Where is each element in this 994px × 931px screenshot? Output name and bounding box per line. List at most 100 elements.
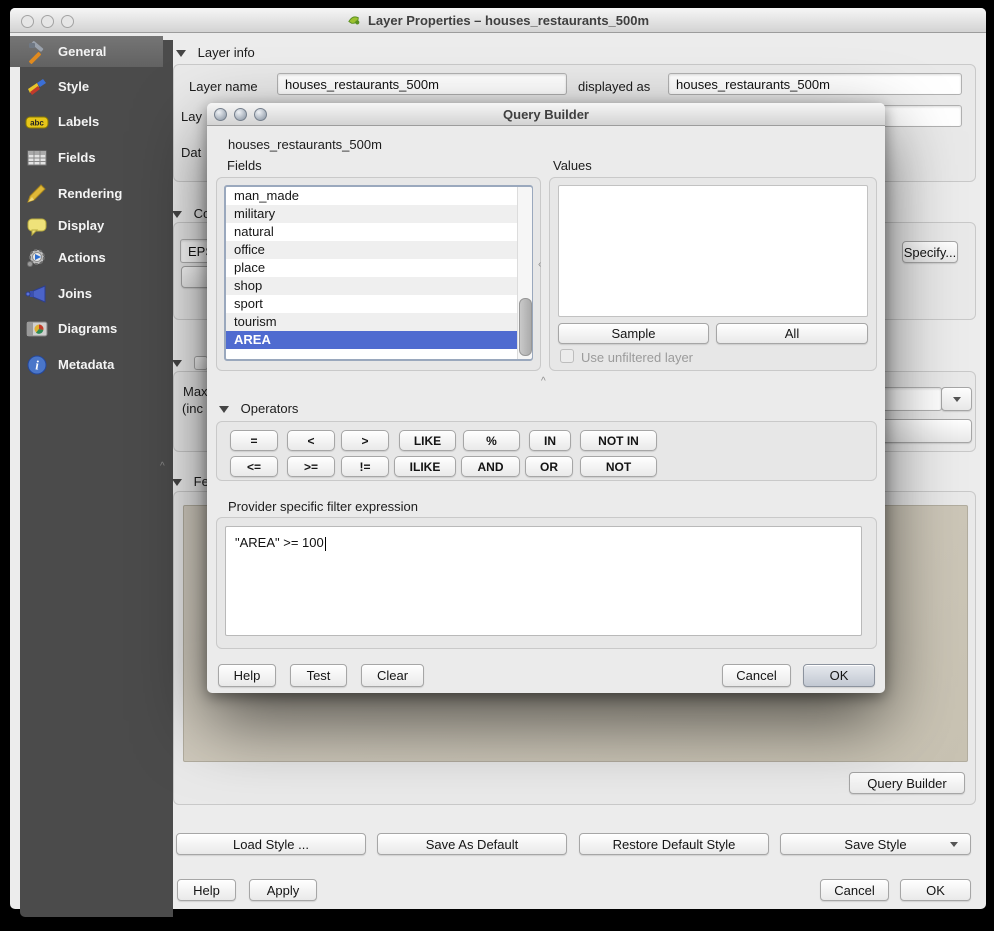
field-list-item[interactable]: office (226, 241, 531, 259)
scale-section-header[interactable] (172, 355, 182, 370)
minimize-button[interactable] (41, 15, 54, 28)
sidebar-item-label: Rendering (58, 186, 122, 201)
ok-button[interactable]: OK (900, 879, 971, 901)
data-source-label-fragment: Dat (181, 145, 201, 160)
specify-crs-button[interactable]: Specify... (902, 241, 958, 263)
use-unfiltered-checkbox[interactable] (560, 349, 574, 363)
dialog-title: Query Builder (503, 107, 589, 122)
operators-section-header[interactable]: Operators (219, 401, 298, 416)
gear-action-icon (25, 246, 49, 270)
scale-combo-dropdown-button[interactable] (941, 387, 972, 411)
window-title: Layer Properties – houses_restaurants_50… (368, 13, 649, 28)
operator-gt-button[interactable]: > (341, 430, 389, 451)
qb-help-button[interactable]: Help (218, 664, 276, 687)
field-list-item[interactable]: military (226, 205, 531, 223)
cancel-button[interactable]: Cancel (820, 879, 889, 901)
minimize-button[interactable] (234, 108, 247, 121)
sidebar-item-diagrams[interactable]: Diagrams (10, 313, 163, 344)
qb-ok-button[interactable]: OK (803, 664, 875, 687)
close-button[interactable] (214, 108, 227, 121)
splitter-handle[interactable]: ^ (541, 376, 546, 387)
scrollbar-thumb[interactable] (519, 298, 532, 356)
sidebar-item-label: Style (58, 79, 89, 94)
collapse-triangle-icon[interactable] (219, 406, 229, 413)
dialog-titlebar[interactable]: Query Builder (207, 103, 885, 126)
layer-name-input[interactable]: houses_restaurants_500m (277, 73, 567, 95)
operator-le-button[interactable]: <= (230, 456, 278, 477)
sidebar-item-label: General (58, 44, 106, 59)
values-list[interactable] (558, 185, 868, 317)
field-list-item[interactable]: sport (226, 295, 531, 313)
all-button[interactable]: All (716, 323, 868, 344)
layer-info-section-header[interactable]: Layer info (176, 45, 255, 60)
sidebar-item-metadata[interactable]: i Metadata (10, 349, 163, 380)
field-list-item[interactable]: natural (226, 223, 531, 241)
qb-cancel-button[interactable]: Cancel (722, 664, 791, 687)
sidebar-item-fields[interactable]: Fields (10, 142, 163, 173)
collapse-triangle-icon[interactable] (172, 479, 182, 486)
sidebar-item-joins[interactable]: Joins (10, 278, 163, 309)
load-style-button[interactable]: Load Style ... (176, 833, 366, 855)
svg-text:i: i (35, 357, 39, 372)
operator-ge-button[interactable]: >= (287, 456, 335, 477)
dialog-layer-name: houses_restaurants_500m (228, 137, 382, 152)
chevron-down-icon (950, 842, 958, 847)
filter-expression-textarea[interactable]: "AREA" >= 100 (225, 526, 862, 636)
feature-subset-section-header[interactable]: Fe (172, 474, 209, 489)
field-list-item[interactable]: place (226, 259, 531, 277)
operator-not-in-button[interactable]: NOT IN (580, 430, 657, 451)
operator-and-button[interactable]: AND (461, 456, 520, 477)
operator-percent-button[interactable]: % (463, 430, 520, 451)
query-builder-button[interactable]: Query Builder (849, 772, 965, 794)
sample-button[interactable]: Sample (558, 323, 709, 344)
sidebar-item-actions[interactable]: Actions (10, 242, 163, 273)
layer-name-label: Layer name (189, 79, 258, 94)
zoom-button[interactable] (61, 15, 74, 28)
fields-label: Fields (227, 158, 262, 173)
operator-in-button[interactable]: IN (529, 430, 571, 451)
collapse-triangle-icon[interactable] (172, 360, 182, 367)
sidebar-item-labels[interactable]: abc Labels (10, 106, 163, 137)
displayed-as-input[interactable]: houses_restaurants_500m (668, 73, 962, 95)
field-list-item[interactable]: man_made (226, 187, 531, 205)
operator-like-button[interactable]: LIKE (399, 430, 456, 451)
zoom-button[interactable] (254, 108, 267, 121)
sidebar-item-label: Fields (58, 150, 96, 165)
sidebar-item-general[interactable]: General (10, 36, 163, 67)
field-list-item[interactable]: shop (226, 277, 531, 295)
sidebar-item-label: Metadata (58, 357, 114, 372)
close-button[interactable] (21, 15, 34, 28)
operator-ilike-button[interactable]: ILIKE (394, 456, 456, 477)
field-list-item[interactable]: tourism (226, 313, 531, 331)
operator-lt-button[interactable]: < (287, 430, 335, 451)
sidebar-item-display[interactable]: Display (10, 210, 163, 241)
qb-test-button[interactable]: Test (290, 664, 347, 687)
sidebar-item-style[interactable]: Style (10, 71, 163, 102)
fields-list[interactable]: man_made military natural office place s… (224, 185, 533, 361)
splitter-handle[interactable]: ‹ (538, 259, 541, 270)
qb-clear-button[interactable]: Clear (361, 664, 424, 687)
crs-section-header[interactable]: Co (172, 206, 210, 221)
window-titlebar[interactable]: Layer Properties – houses_restaurants_50… (10, 8, 986, 33)
field-list-item-selected[interactable]: AREA (226, 331, 521, 349)
scale-dependent-checkbox[interactable] (194, 356, 208, 370)
save-style-button[interactable]: Save Style (780, 833, 971, 855)
help-button[interactable]: Help (177, 879, 236, 901)
operator-ne-button[interactable]: != (341, 456, 389, 477)
restore-default-style-button[interactable]: Restore Default Style (579, 833, 769, 855)
apply-button[interactable]: Apply (249, 879, 317, 901)
fields-list-scrollbar[interactable] (517, 187, 532, 359)
sidebar-item-label: Display (58, 218, 104, 233)
save-as-default-button[interactable]: Save As Default (377, 833, 567, 855)
scale-max-label-fragment: Max (183, 384, 208, 399)
chevron-down-icon (953, 397, 961, 402)
scale-inc-label-fragment: (inc (182, 401, 203, 416)
operator-eq-button[interactable]: = (230, 430, 278, 451)
collapse-triangle-icon[interactable] (172, 211, 182, 218)
operator-or-button[interactable]: OR (525, 456, 573, 477)
operator-not-button[interactable]: NOT (580, 456, 657, 477)
sidebar-item-rendering[interactable]: Rendering (10, 178, 163, 209)
splitter-handle[interactable]: ^ (160, 461, 165, 472)
displayed-as-label: displayed as (578, 79, 650, 94)
collapse-triangle-icon[interactable] (176, 50, 186, 57)
